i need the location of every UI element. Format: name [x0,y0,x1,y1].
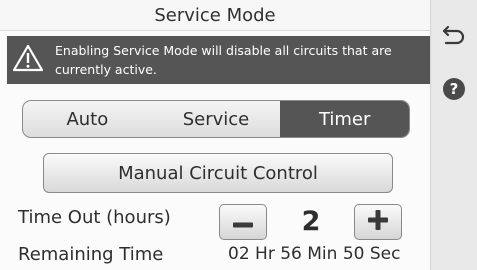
manual-circuit-control-button[interactable]: Manual Circuit Control [43,153,393,193]
mode-timer[interactable]: Timer [280,101,409,137]
plus-icon [368,210,388,234]
back-button[interactable] [439,20,469,50]
mode-service[interactable]: Service [152,101,281,137]
help-icon: ? [449,79,459,98]
remaining-time-label: Remaining Time [18,244,164,265]
mode-selector: Auto Service Timer [22,100,410,138]
mode-auto[interactable]: Auto [23,101,152,137]
timeout-label: Time Out (hours) [18,207,171,228]
help-button[interactable]: ? [443,78,465,100]
timeout-value: 2 [301,205,321,237]
warning-text: Enabling Service Mode will disable all c… [55,43,392,77]
increment-button[interactable] [354,204,402,240]
warning-triangle-icon [12,44,44,72]
warning-banner: Enabling Service Mode will disable all c… [7,36,430,84]
decrement-button[interactable] [219,204,267,240]
back-arrow-icon [439,25,469,54]
sidebar: ? [430,0,477,270]
page-title: Service Mode [0,0,430,31]
remaining-time-value: 02 Hr 56 Min 50 Sec [228,244,401,264]
minus-icon [233,213,253,232]
main-panel: Service Mode Enabling Service Mode will … [0,0,430,270]
